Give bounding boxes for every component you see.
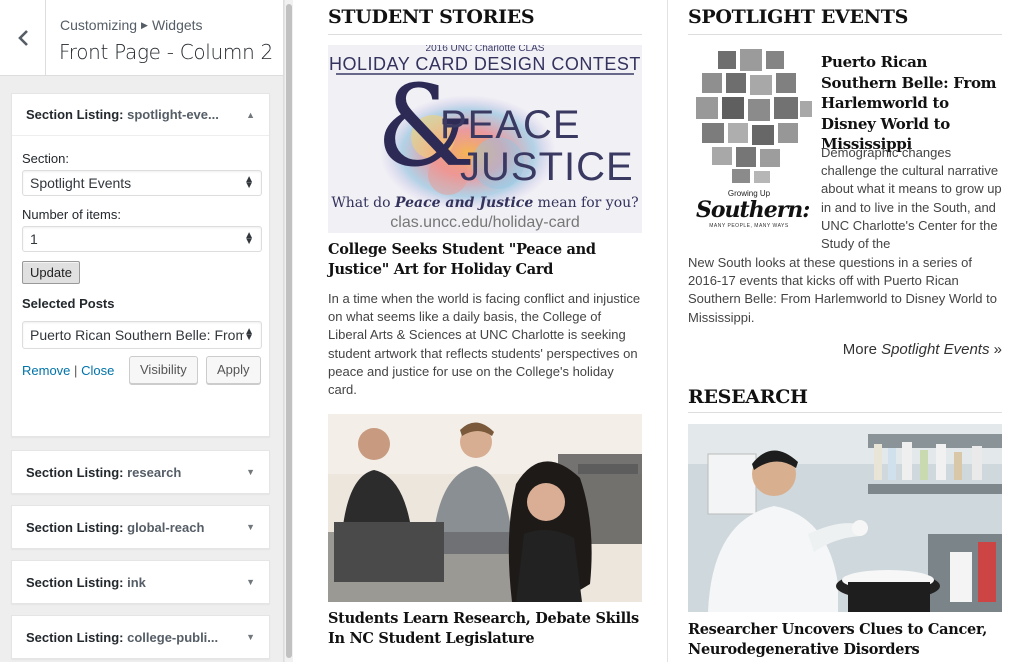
- selected-post-value: Puerto Rican Southern Belle: From Ha: [30, 327, 245, 343]
- spotlight-excerpt-side: Demographic changes challenge the cultur…: [821, 145, 1002, 252]
- selected-posts-select[interactable]: Puerto Rican Southern Belle: From Ha ▲▼: [22, 321, 262, 349]
- widget-title: Section Listing: spotlight-eve...: [26, 107, 219, 122]
- card-top-line: 2016 UNC Charlotte CLAS: [425, 45, 545, 54]
- widget-global-reach[interactable]: Section Listing: global-reach ▼: [11, 505, 270, 549]
- caret-down-icon[interactable]: ▼: [246, 522, 255, 532]
- widget-title: Section Listing: ink: [26, 575, 146, 590]
- story-title[interactable]: Students Learn Research, Debate Skills I…: [328, 609, 642, 649]
- more-link-em: Spotlight Events: [881, 341, 990, 358]
- caret-down-icon[interactable]: ▼: [246, 577, 255, 587]
- breadcrumb-item-widgets: Widgets: [151, 17, 203, 33]
- widget-title: Section Listing: global-reach: [26, 520, 204, 535]
- spotlight-events-heading: SPOTLIGHT EVENTS: [688, 6, 1002, 35]
- card-question: What do Peace and Justice mean for you?: [328, 195, 642, 211]
- link-separator: |: [74, 363, 78, 378]
- southern-caption-big: Southern:: [696, 197, 810, 223]
- close-link[interactable]: Close: [81, 363, 114, 378]
- card-peace: PEACE: [440, 103, 581, 147]
- items-label: Number of items:: [22, 207, 121, 222]
- panel-title: Front Page - Column 2: [59, 40, 273, 64]
- spotlight-excerpt-full: New South looks at these questions in a …: [688, 255, 997, 325]
- more-spotlight-events-link[interactable]: More Spotlight Events »: [688, 341, 1002, 358]
- card-question-pre: What do: [331, 195, 395, 211]
- more-link-post: »: [989, 341, 1002, 358]
- research-heading: RESEARCH: [688, 386, 1002, 413]
- caret-right-icon: ▶: [141, 19, 148, 30]
- widget-title: Section Listing: college-publi...: [26, 630, 218, 645]
- spotlight-title[interactable]: Puerto Rican Southern Belle: From Harlem…: [821, 52, 1003, 155]
- students-photo[interactable]: [328, 414, 642, 602]
- items-select-value: 1: [30, 231, 38, 247]
- widget-title-suffix: college-publi...: [127, 629, 219, 645]
- chevron-left-icon: [17, 30, 28, 46]
- select-arrows-icon: ▲ ▼: [244, 230, 254, 247]
- holiday-card-image[interactable]: 2016 UNC Charlotte CLAS HOLIDAY CARD DES…: [328, 45, 642, 233]
- update-button[interactable]: Update: [22, 261, 80, 284]
- student-stories-heading: STUDENT STORIES: [328, 6, 642, 35]
- items-select[interactable]: 1 ▲ ▼: [22, 226, 262, 252]
- widget-title-prefix: Section Listing:: [26, 519, 124, 535]
- remove-link[interactable]: Remove: [22, 363, 70, 378]
- widget-header[interactable]: Section Listing: global-reach ▼: [12, 506, 269, 548]
- visibility-button[interactable]: Visibility: [129, 356, 198, 384]
- lab-photo-illustration: [688, 424, 1002, 612]
- southern-caption-tag: MANY PEOPLE, MANY WAYS: [709, 223, 789, 229]
- widget-title-prefix: Section Listing:: [26, 107, 124, 122]
- widget-title-suffix: research: [127, 464, 182, 480]
- widget-ink[interactable]: Section Listing: ink ▼: [11, 560, 270, 604]
- widget-title-prefix: Section Listing:: [26, 574, 124, 590]
- story-title[interactable]: College Seeks Student "Peace and Justice…: [328, 240, 642, 280]
- customizer-sidebar: Customizing ▶ Widgets Front Page - Colum…: [0, 0, 284, 662]
- widget-header[interactable]: Section Listing: research ▼: [12, 451, 269, 493]
- widget-research[interactable]: Section Listing: research ▼: [11, 450, 270, 494]
- apply-button[interactable]: Apply: [206, 356, 261, 384]
- widget-title-suffix: global-reach: [127, 519, 205, 535]
- selected-posts-label: Selected Posts: [22, 296, 115, 311]
- lab-researcher-photo[interactable]: [688, 424, 1002, 612]
- select-arrows-icon: ▲ ▼: [244, 174, 254, 191]
- section-select-value: Spotlight Events: [30, 175, 132, 191]
- section-select[interactable]: Spotlight Events ▲ ▼: [22, 170, 262, 196]
- growing-up-southern-image[interactable]: Growing Up Southern: MANY PEOPLE, MANY W…: [688, 45, 815, 232]
- research-title[interactable]: Researcher Uncovers Clues to Cancer, Neu…: [688, 620, 1002, 660]
- widget-title-prefix: Section Listing:: [26, 629, 124, 645]
- more-link-pre: More: [842, 341, 882, 358]
- scrollbar-thumb[interactable]: [286, 4, 292, 658]
- customizer-header: Customizing ▶ Widgets Front Page - Colum…: [0, 0, 283, 76]
- widget-header[interactable]: Section Listing: ink ▼: [12, 561, 269, 603]
- widget-title-suffix: ink: [127, 574, 146, 590]
- widget-title-suffix: spotlight-eve...: [127, 107, 219, 122]
- card-question-post: mean for you?: [533, 195, 639, 211]
- card-url: clas.uncc.edu/holiday-card: [390, 214, 580, 231]
- breadcrumb: Customizing ▶ Widgets: [60, 17, 203, 33]
- widget-header[interactable]: Section Listing: spotlight-eve... ▲: [12, 94, 269, 136]
- site-preview: STUDENT STORIES 2016 UNC Charlotte CLAS …: [293, 0, 1024, 662]
- portrait-mosaic: [688, 45, 815, 185]
- sidebar-scrollbar[interactable]: [284, 0, 293, 662]
- caret-down-icon[interactable]: ▼: [246, 467, 255, 477]
- widget-college-publications[interactable]: Section Listing: college-publi... ▼: [11, 615, 270, 659]
- students-photo-illustration: [328, 414, 642, 602]
- widget-header[interactable]: Section Listing: college-publi... ▼: [12, 616, 269, 658]
- breadcrumb-item-customizing: Customizing: [60, 17, 138, 33]
- column-divider: [667, 0, 668, 662]
- caret-up-icon[interactable]: ▲: [246, 110, 255, 120]
- caret-down-icon[interactable]: ▼: [246, 632, 255, 642]
- widget-title: Section Listing: research: [26, 465, 181, 480]
- select-arrows-icon: ▲ ▼: [244, 326, 254, 343]
- card-justice: JUSTICE: [460, 145, 634, 189]
- card-question-em: Peace and Justice: [394, 195, 534, 211]
- story-excerpt: In a time when the world is facing confl…: [328, 291, 641, 398]
- section-label: Section:: [22, 151, 69, 166]
- widget-title-prefix: Section Listing:: [26, 464, 124, 480]
- back-button[interactable]: [0, 0, 46, 76]
- widget-spotlight-events: Section Listing: spotlight-eve... ▲ Sect…: [11, 93, 270, 437]
